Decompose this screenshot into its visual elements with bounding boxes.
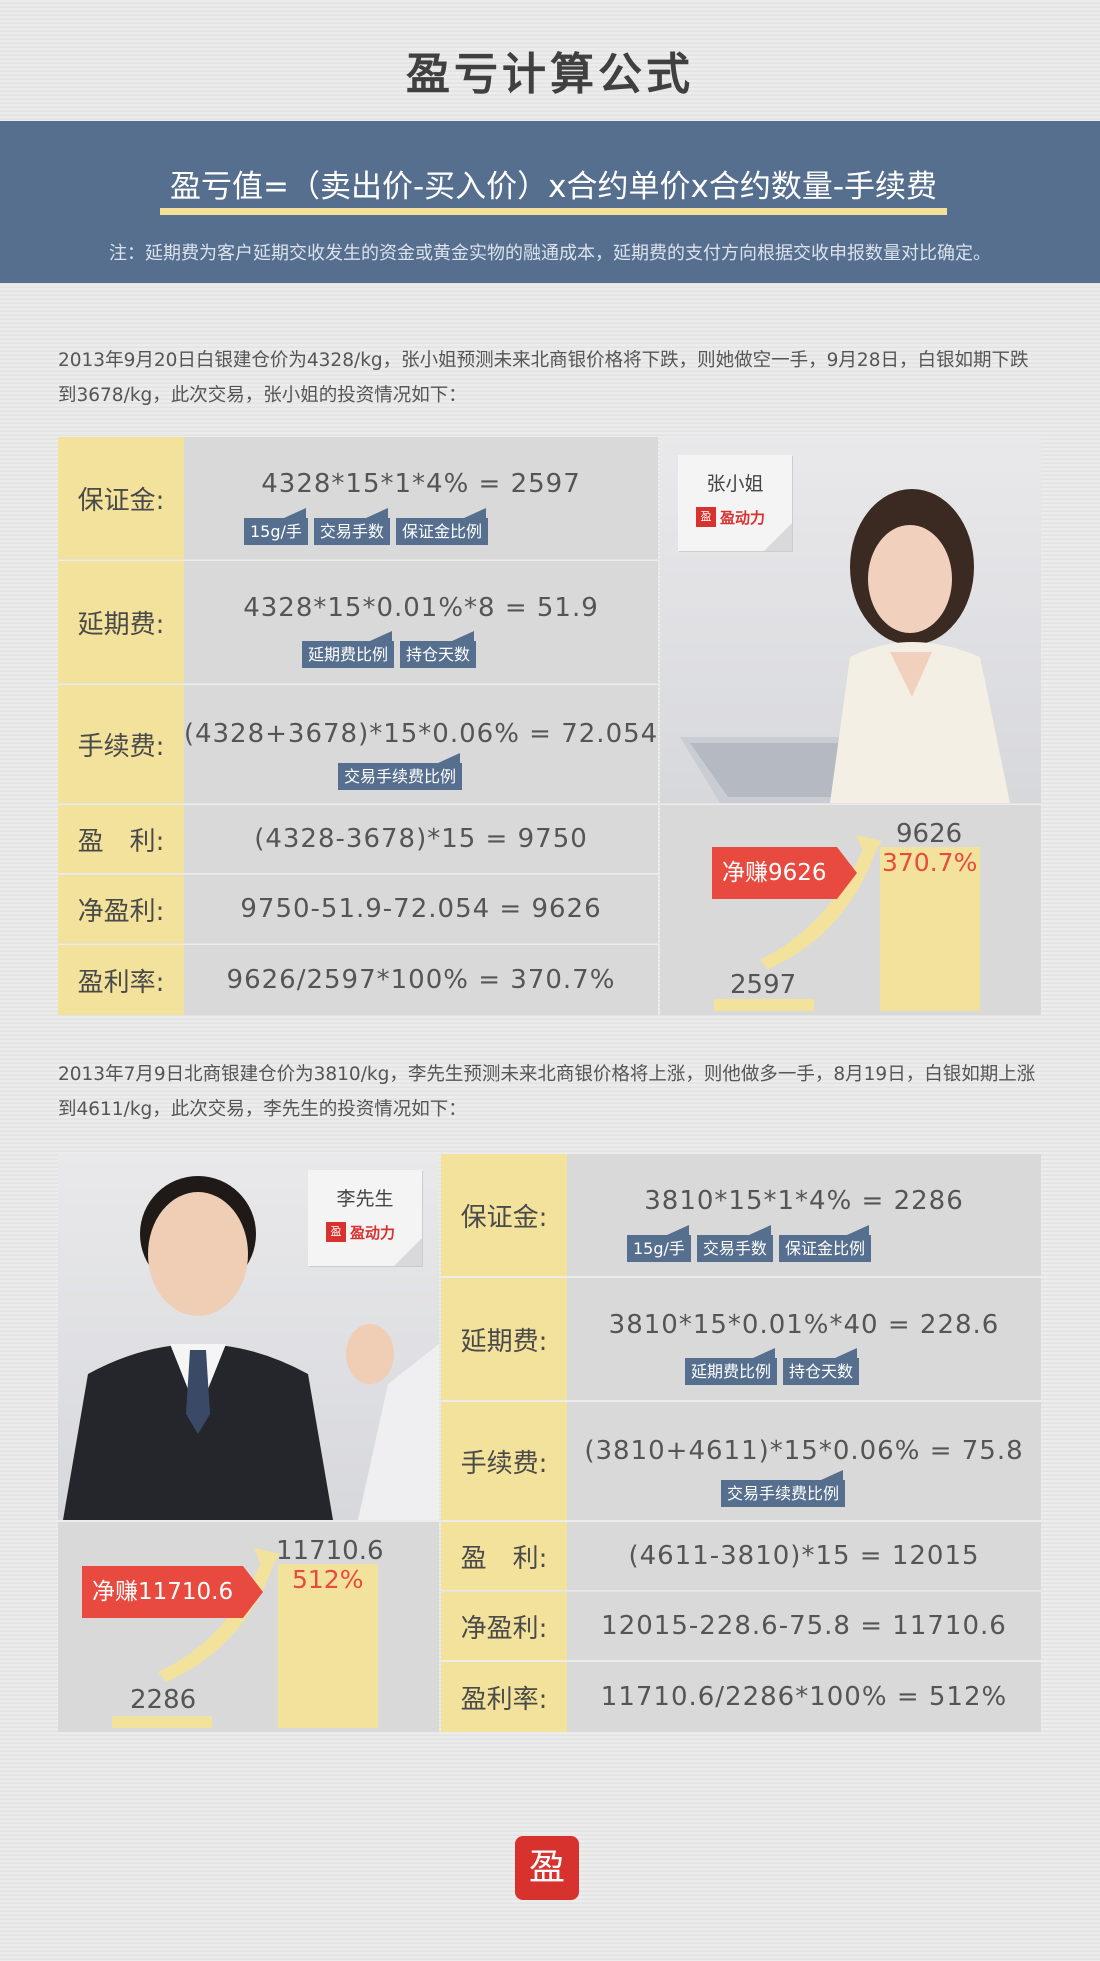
row-value: (4328-3678)*15 = 9750 bbox=[254, 824, 588, 854]
seal-icon: 盈 bbox=[326, 1222, 346, 1242]
page-title: 盈亏计算公式 bbox=[406, 49, 694, 100]
case1-row-profit: 盈 利: (4328-3678)*15 = 9750 bbox=[58, 805, 658, 873]
case1-name-card: 张小姐 盈 盈动力 bbox=[678, 455, 792, 551]
case1-intro: 2013年9月20日白银建仓价为4328/kg，张小姐预测未来北商银价格将下跌，… bbox=[58, 350, 1029, 406]
row-label: 保证金: bbox=[441, 1154, 567, 1276]
row-label: 净盈利: bbox=[441, 1592, 567, 1660]
row-label: 盈 利: bbox=[441, 1522, 567, 1590]
growth-arrow-icon bbox=[760, 835, 882, 969]
base-value: 2597 bbox=[730, 970, 797, 1000]
case1-photo: 张小姐 盈 盈动力 bbox=[660, 437, 1041, 803]
row-label: 盈 利: bbox=[58, 805, 184, 873]
case2-row-profit-rate: 盈利率: 11710.6/2286*100% = 512% bbox=[441, 1662, 1041, 1732]
case2-row-profit: 盈 利: (4611-3810)*15 = 12015 bbox=[441, 1522, 1041, 1590]
case1-row-fee: 手续费: (4328+3678)*15*0.06% = 72.054 交易手续费… bbox=[58, 685, 658, 803]
case1-table: 保证金: 4328*15*1*4% = 2597 15g/手 交易手数 保证金比… bbox=[58, 437, 658, 1015]
case1-row-profit-rate: 盈利率: 9626/2597*100% = 370.7% bbox=[58, 945, 658, 1015]
formula-tag: 交易手数 bbox=[313, 508, 390, 545]
profit-rate: 370.7% bbox=[882, 848, 978, 877]
base-value: 2286 bbox=[130, 1685, 197, 1715]
formula-tag: 持仓天数 bbox=[783, 1348, 860, 1385]
formula-note: 注：延期费为客户延期交收发生的资金或黄金实物的融通成本，延期费的支付方向根据交收… bbox=[109, 243, 991, 264]
formula-tag: 交易手续费比例 bbox=[338, 753, 463, 790]
row-label: 延期费: bbox=[441, 1278, 567, 1400]
formula-tag: 保证金比例 bbox=[778, 1225, 871, 1262]
formula-tag: 持仓天数 bbox=[400, 631, 477, 668]
case2-row-margin: 保证金: 3810*15*1*4% = 2286 15g/手 交易手数 保证金比… bbox=[441, 1154, 1041, 1276]
footer-seal-logo: 盈 bbox=[515, 1836, 579, 1900]
case2-row-fee: 手续费: (3810+4611)*15*0.06% = 75.8 交易手续费比例 bbox=[441, 1402, 1041, 1520]
formula-tag: 延期费比例 bbox=[685, 1348, 778, 1385]
row-label: 盈利率: bbox=[441, 1662, 567, 1732]
top-value: 9626 bbox=[896, 819, 963, 849]
formula-tag: 15g/手 bbox=[627, 1225, 691, 1262]
row-label: 保证金: bbox=[58, 437, 184, 559]
case2-name-card: 李先生 盈 盈动力 bbox=[308, 1170, 422, 1266]
formula-tag: 交易手续费比例 bbox=[721, 1470, 846, 1507]
row-label: 手续费: bbox=[58, 685, 184, 803]
case2-intro: 2013年7月9日北商银建仓价为3810/kg，李先生预测未来北商银价格将上涨，… bbox=[58, 1064, 1036, 1120]
person-name: 李先生 bbox=[336, 1188, 394, 1210]
seal-icon: 盈 bbox=[696, 507, 716, 527]
top-value: 11710.6 bbox=[276, 1536, 384, 1566]
case2-table: 保证金: 3810*15*1*4% = 2286 15g/手 交易手数 保证金比… bbox=[441, 1154, 1041, 1732]
brand-logo: 盈 盈动力 bbox=[696, 505, 774, 529]
net-profit-badge: 净赚11710.6 bbox=[82, 1566, 264, 1618]
formula-tag: 保证金比例 bbox=[395, 508, 488, 545]
formula-tag: 15g/手 bbox=[244, 508, 308, 545]
row-value: 9626/2597*100% = 370.7% bbox=[226, 965, 616, 995]
row-label: 延期费: bbox=[58, 561, 184, 683]
case1-row-margin: 保证金: 4328*15*1*4% = 2597 15g/手 交易手数 保证金比… bbox=[58, 437, 658, 559]
person-name: 张小姐 bbox=[706, 473, 764, 495]
case2-profit-chart: 2286 11710.6 512% 净赚11710.6 bbox=[58, 1522, 439, 1732]
case1-row-deferral: 延期费: 4328*15*0.01%*8 = 51.9 延期费比例 持仓天数 bbox=[58, 561, 658, 683]
row-value: 12015-228.6-75.8 = 11710.6 bbox=[601, 1611, 1007, 1641]
case2-row-net-profit: 净盈利: 12015-228.6-75.8 = 11710.6 bbox=[441, 1592, 1041, 1660]
formula-tag: 延期费比例 bbox=[302, 631, 395, 668]
profit-formula: 盈亏值=（卖出价-买入价）x合约单价x合约数量-手续费 bbox=[160, 159, 947, 215]
profit-rate: 512% bbox=[292, 1565, 364, 1594]
row-value: (4611-3810)*15 = 12015 bbox=[628, 1541, 980, 1571]
net-profit-badge: 净赚9626 bbox=[712, 847, 857, 899]
row-label: 手续费: bbox=[441, 1402, 567, 1520]
row-label: 盈利率: bbox=[58, 945, 184, 1015]
row-value: 11710.6/2286*100% = 512% bbox=[600, 1682, 1008, 1712]
case2-photo: 李先生 盈 盈动力 bbox=[58, 1154, 439, 1520]
case1-profit-chart: 2597 9626 370.7% 净赚9626 bbox=[660, 805, 1041, 1015]
case2-row-deferral: 延期费: 3810*15*0.01%*40 = 228.6 延期费比例 持仓天数 bbox=[441, 1278, 1041, 1400]
formula-tag: 交易手数 bbox=[696, 1225, 773, 1262]
brand-logo: 盈 盈动力 bbox=[326, 1220, 404, 1244]
formula-banner: 盈亏值=（卖出价-买入价）x合约单价x合约数量-手续费 注：延期费为客户延期交收… bbox=[0, 121, 1100, 283]
row-value: 9750-51.9-72.054 = 9626 bbox=[240, 894, 602, 924]
row-label: 净盈利: bbox=[58, 875, 184, 943]
case1-row-net-profit: 净盈利: 9750-51.9-72.054 = 9626 bbox=[58, 875, 658, 943]
